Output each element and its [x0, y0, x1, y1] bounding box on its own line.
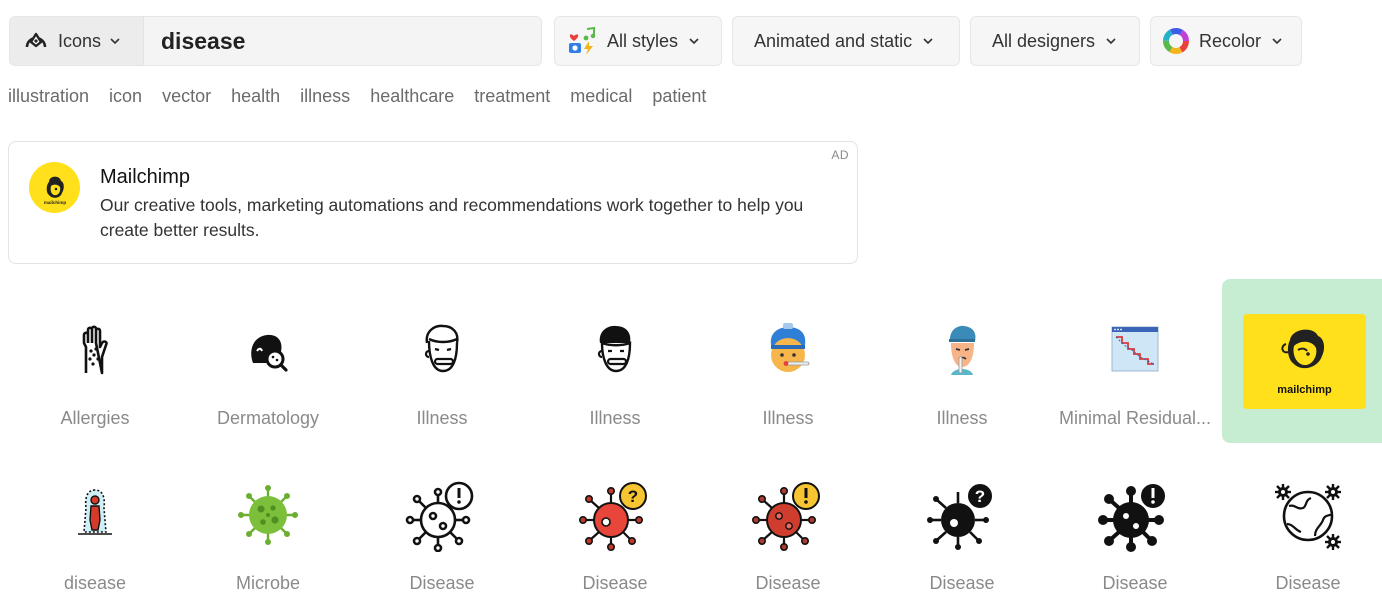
styles-icon — [569, 26, 596, 55]
svg-text:?: ? — [975, 487, 985, 506]
icon-name: Disease — [1102, 573, 1168, 593]
styles-filter-label: All styles — [607, 30, 679, 51]
icon-name: Illness — [589, 408, 641, 428]
icon-result-item[interactable]: Illness — [882, 279, 1042, 444]
icon-name: Disease — [929, 573, 995, 593]
icon-result-item[interactable]: Disease — [1228, 444, 1382, 609]
tag-link[interactable]: healthcare — [370, 86, 454, 107]
ad-title: Mailchimp — [100, 166, 191, 188]
icon-result-item[interactable]: Minimal Residual... — [1055, 279, 1215, 444]
icon-name: Minimal Residual... — [1058, 408, 1212, 428]
icon-name: Illness — [762, 408, 814, 428]
ad-description: Our creative tools, marketing automation… — [100, 195, 804, 240]
ad-banner[interactable]: mailchimp Mailchimp Our creative tools, … — [8, 141, 858, 264]
icon-result-item[interactable]: Illness — [535, 279, 695, 444]
icon-result-item[interactable]: disease — [15, 444, 175, 609]
icon-name: Dermatology — [216, 408, 320, 428]
icon-name: Illness — [416, 408, 468, 428]
resource-type-dropdown[interactable]: Icons — [10, 17, 144, 65]
virus-question-color-icon: ? — [578, 482, 647, 552]
resource-type-label: Icons — [58, 30, 102, 51]
sick-person-color-icon — [949, 325, 976, 375]
animation-filter-button[interactable]: Animated and static — [732, 16, 960, 66]
animation-filter-label: Animated and static — [754, 30, 913, 51]
designers-filter-label: All designers — [992, 30, 1096, 51]
allergy-hand-icon — [82, 325, 108, 375]
icon-result-item[interactable]: Illness — [362, 279, 522, 444]
virus-question-glyph-icon: ? — [927, 482, 994, 550]
chevron-down-icon — [923, 38, 933, 45]
declining-chart-window-icon — [1111, 326, 1159, 372]
mailchimp-logo-icon: mailchimp — [29, 162, 80, 213]
color-wheel-icon — [1163, 28, 1189, 54]
svg-text:?: ? — [628, 487, 638, 506]
chevron-down-icon — [1272, 38, 1282, 45]
tag-link[interactable]: medical — [570, 86, 632, 107]
icon-name: Disease — [1275, 573, 1341, 593]
green-microbe-icon — [238, 485, 298, 545]
icon-result-item[interactable]: Disease — [362, 444, 522, 609]
sick-person-color-thermometer-icon — [770, 323, 810, 372]
infected-person-icon — [78, 489, 112, 535]
sponsored-tile[interactable]: mailchimp — [1222, 279, 1382, 443]
icon-name: Allergies — [60, 408, 130, 428]
dermatology-face-icon — [251, 334, 288, 372]
icon-result-item[interactable]: Illness — [708, 279, 868, 444]
sick-person-filled-icon — [597, 325, 632, 373]
chevron-down-icon — [1106, 38, 1116, 45]
virus-alert-glyph-icon — [1098, 482, 1167, 552]
ad-badge: AD — [831, 148, 849, 162]
chevron-down-icon — [689, 38, 699, 45]
icon-result-item[interactable]: Disease — [708, 444, 868, 609]
recolor-label: Recolor — [1199, 30, 1262, 51]
virus-alert-outline-icon — [405, 481, 474, 552]
tag-link[interactable]: treatment — [474, 86, 550, 107]
icon-result-item[interactable]: ? Disease — [882, 444, 1042, 609]
virus-alert-color-icon — [751, 482, 820, 552]
svg-text:mailchimp: mailchimp — [43, 200, 66, 205]
icon-result-item[interactable]: ? Disease — [535, 444, 695, 609]
icon-result-item[interactable]: Dermatology — [188, 279, 348, 444]
icon-name: Illness — [936, 408, 988, 428]
tag-link[interactable]: patient — [652, 86, 706, 107]
tag-link[interactable]: vector — [162, 86, 211, 107]
designers-filter-button[interactable]: All designers — [970, 16, 1140, 66]
tag-link[interactable]: health — [231, 86, 280, 107]
mailchimp-wordmark: mailchimp — [1277, 384, 1332, 396]
related-tags: illustration icon vector health illness … — [8, 86, 706, 107]
mailchimp-freddie-icon — [1281, 329, 1325, 369]
recolor-button[interactable]: Recolor — [1150, 16, 1302, 66]
tag-link[interactable]: icon — [109, 86, 142, 107]
mailchimp-card: mailchimp — [1243, 314, 1366, 409]
chevron-down-icon — [110, 38, 120, 45]
icon-result-item[interactable]: Disease — [1055, 444, 1215, 609]
icon-result-item[interactable]: Microbe — [188, 444, 348, 609]
icon-name: disease — [63, 573, 127, 593]
icon-name: Disease — [409, 573, 475, 593]
search-input[interactable] — [144, 17, 541, 65]
tag-link[interactable]: illustration — [8, 86, 89, 107]
icon-name: Disease — [582, 573, 648, 593]
icon-name: Disease — [755, 573, 821, 593]
sick-person-outline-icon — [424, 324, 459, 373]
globe-virus-gears-icon — [1275, 484, 1341, 550]
search-box: Icons — [9, 16, 542, 66]
icon-name: Microbe — [235, 573, 301, 593]
icon-pen-tool-icon — [25, 32, 47, 48]
tag-link[interactable]: illness — [300, 86, 350, 107]
icon-result-item[interactable]: Allergies — [15, 279, 175, 444]
styles-filter-button[interactable]: All styles — [554, 16, 722, 66]
